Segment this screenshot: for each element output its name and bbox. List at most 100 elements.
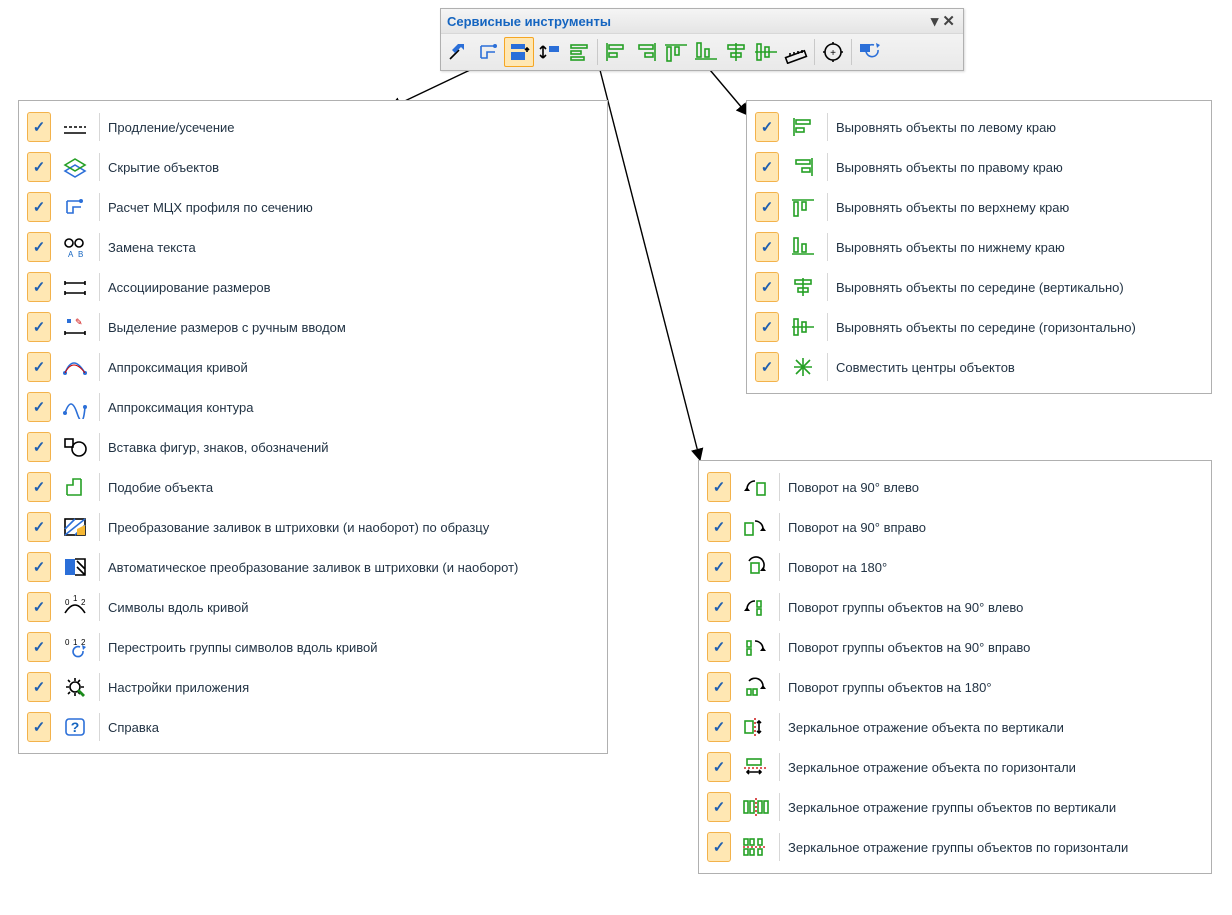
align-hcenter-icon[interactable] (751, 37, 781, 67)
check-icon[interactable]: ✓ (755, 192, 779, 222)
align-bottom-icon[interactable] (691, 37, 721, 67)
check-icon[interactable]: ✓ (707, 552, 731, 582)
profile-calc-icon[interactable] (474, 37, 504, 67)
svg-text:B: B (78, 250, 83, 259)
menu-item[interactable]: ✓Ассоциирование размеров (25, 267, 601, 307)
menu-item[interactable]: ✓Настройки приложения (25, 667, 601, 707)
toolbar-separator (597, 39, 598, 65)
mirror-group-h-icon (739, 832, 771, 862)
approx-curve-icon (59, 352, 91, 382)
item-separator (779, 673, 780, 701)
toolbar-buttons-row: + (441, 34, 963, 70)
check-icon[interactable]: ✓ (707, 632, 731, 662)
menu-item-label: Расчет МЦХ профиля по сечению (108, 200, 313, 215)
item-separator (779, 753, 780, 781)
check-icon[interactable]: ✓ (27, 312, 51, 342)
menu-item[interactable]: ✓ABЗамена текста (25, 227, 601, 267)
align-top-icon[interactable] (661, 37, 691, 67)
item-separator (99, 713, 100, 741)
align-hcenter-icon (787, 312, 819, 342)
menu-item[interactable]: ✓012Символы вдоль кривой (25, 587, 601, 627)
align-menu-icon[interactable] (504, 37, 534, 67)
refresh-icon[interactable] (855, 37, 885, 67)
toolbar-options-icon[interactable]: ▾ (929, 12, 941, 30)
menu-item[interactable]: ✓Зеркальное отражение объекта по горизон… (705, 747, 1205, 787)
check-icon[interactable]: ✓ (755, 352, 779, 382)
menu-item[interactable]: ✓Продление/усечение (25, 107, 601, 147)
check-icon[interactable]: ✓ (755, 272, 779, 302)
menu-item[interactable]: ✓Поворот на 180° (705, 547, 1205, 587)
rotate-90-right-icon (739, 512, 771, 542)
check-icon[interactable]: ✓ (27, 432, 51, 462)
check-icon[interactable]: ✓ (27, 512, 51, 542)
svg-text:0: 0 (65, 598, 70, 607)
check-icon[interactable]: ✓ (707, 832, 731, 862)
check-icon[interactable]: ✓ (27, 272, 51, 302)
menu-item[interactable]: ✓Скрытие объектов (25, 147, 601, 187)
item-separator (99, 513, 100, 541)
check-icon[interactable]: ✓ (707, 512, 731, 542)
check-icon[interactable]: ✓ (707, 712, 731, 742)
menu-item[interactable]: ✓Зеркальное отражение группы объектов по… (705, 787, 1205, 827)
menu-item[interactable]: ✓Подобие объекта (25, 467, 601, 507)
svg-text:0: 0 (65, 638, 70, 647)
check-icon[interactable]: ✓ (27, 192, 51, 222)
measure-icon[interactable] (781, 37, 811, 67)
check-icon[interactable]: ✓ (27, 592, 51, 622)
align-list-icon[interactable] (564, 37, 594, 67)
check-icon[interactable]: ✓ (27, 712, 51, 742)
menu-item[interactable]: ✓Автоматическое преобразование заливок в… (25, 547, 601, 587)
menu-item[interactable]: ✓Преобразование заливок в штриховки (и н… (25, 507, 601, 547)
target-icon[interactable]: + (818, 37, 848, 67)
menu-item[interactable]: ✓Совместить центры объектов (753, 347, 1205, 387)
menu-item[interactable]: ✓Поворот группы объектов на 90° влево (705, 587, 1205, 627)
check-icon[interactable]: ✓ (707, 472, 731, 502)
check-icon[interactable]: ✓ (707, 752, 731, 782)
svg-text:A: A (68, 250, 74, 259)
check-icon[interactable]: ✓ (755, 112, 779, 142)
menu-item[interactable]: ✓Выровнять объекты по верхнему краю (753, 187, 1205, 227)
check-icon[interactable]: ✓ (27, 152, 51, 182)
menu-item[interactable]: ✓Вставка фигур, знаков, обозначений (25, 427, 601, 467)
check-icon[interactable]: ✓ (27, 632, 51, 662)
menu-item[interactable]: ✓Поворот группы объектов на 180° (705, 667, 1205, 707)
menu-item[interactable]: ✓012Перестроить группы символов вдоль кр… (25, 627, 601, 667)
align-left-icon[interactable] (601, 37, 631, 67)
close-icon[interactable]: ✕ (940, 12, 957, 30)
check-icon[interactable]: ✓ (755, 312, 779, 342)
check-icon[interactable]: ✓ (27, 672, 51, 702)
align-right-icon[interactable] (631, 37, 661, 67)
check-icon[interactable]: ✓ (27, 472, 51, 502)
check-icon[interactable]: ✓ (27, 392, 51, 422)
check-icon[interactable]: ✓ (707, 792, 731, 822)
menu-item[interactable]: ✓Зеркальное отражение группы объектов по… (705, 827, 1205, 867)
check-icon[interactable]: ✓ (27, 552, 51, 582)
toolbar-titlebar[interactable]: Сервисные инструменты ▾ ✕ (441, 9, 963, 34)
tools-icon[interactable] (444, 37, 474, 67)
menu-item[interactable]: ✓✎Выделение размеров с ручным вводом (25, 307, 601, 347)
menu-item[interactable]: ✓Аппроксимация контура (25, 387, 601, 427)
menu-item[interactable]: ✓Поворот на 90° влево (705, 467, 1205, 507)
check-icon[interactable]: ✓ (27, 352, 51, 382)
menu-item[interactable]: ✓Выровнять объекты по нижнему краю (753, 227, 1205, 267)
menu-item[interactable]: ✓Выровнять объекты по середине (горизонт… (753, 307, 1205, 347)
menu-item[interactable]: ✓ Расчет МЦХ профиля по сечению (25, 187, 601, 227)
align-vcenter-icon[interactable] (721, 37, 751, 67)
menu-item[interactable]: ✓Зеркальное отражение объекта по вертика… (705, 707, 1205, 747)
check-icon[interactable]: ✓ (755, 152, 779, 182)
menu-item[interactable]: ✓Выровнять объекты по левому краю (753, 107, 1205, 147)
check-icon[interactable]: ✓ (27, 112, 51, 142)
align-list-panel: ✓Выровнять объекты по левому краю✓Выровн… (746, 100, 1212, 394)
check-icon[interactable]: ✓ (27, 232, 51, 262)
menu-item-label: Выровнять объекты по середине (вертикаль… (836, 280, 1124, 295)
menu-item[interactable]: ✓Аппроксимация кривой (25, 347, 601, 387)
menu-item[interactable]: ✓Выровнять объекты по правому краю (753, 147, 1205, 187)
check-icon[interactable]: ✓ (707, 672, 731, 702)
check-icon[interactable]: ✓ (707, 592, 731, 622)
menu-item[interactable]: ✓ Выровнять объекты по середине (вертикал… (753, 267, 1205, 307)
rotate-menu-icon[interactable] (534, 37, 564, 67)
menu-item[interactable]: ✓Поворот группы объектов на 90° вправо (705, 627, 1205, 667)
menu-item[interactable]: ✓Поворот на 90° вправо (705, 507, 1205, 547)
menu-item[interactable]: ✓?Справка (25, 707, 601, 747)
check-icon[interactable]: ✓ (755, 232, 779, 262)
